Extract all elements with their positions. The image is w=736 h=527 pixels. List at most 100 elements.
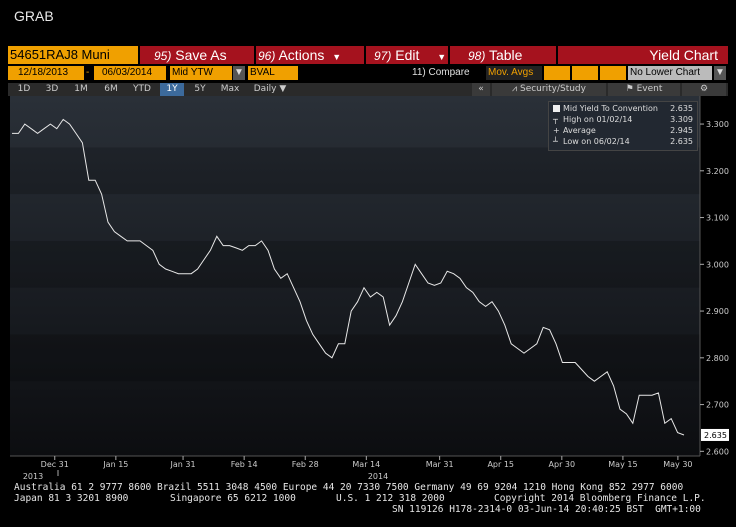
legend-series-value: 2.635: [670, 104, 693, 113]
x-axis: Dec 31 Jan 15 Jan 31 Feb 14 Feb 28 Mar 14 Mar …: [10, 455, 700, 480]
legend-avg-label: Average: [563, 126, 596, 135]
mov-avg-input-2[interactable]: [572, 66, 598, 80]
yield-chart: 3.300 3.200 3.100 3.000 2.900 2.800 2.700 2.600…: [10, 96, 729, 480]
range-3d-button[interactable]: 3D: [38, 83, 66, 96]
low-marker-icon: ┴: [553, 137, 558, 146]
y-tick-label: 3.000: [706, 260, 729, 269]
x-year-label: 2013: [23, 472, 43, 480]
x-tick-label: Dec 31: [41, 460, 69, 469]
legend-high-value: 3.309: [670, 115, 693, 124]
event-flag-icon: ⚑: [625, 84, 634, 94]
range-ytd-button[interactable]: YTD: [126, 83, 158, 96]
x-tick-label: Jan 15: [102, 460, 128, 469]
plot-band: [10, 147, 700, 195]
y-tick-label: 2.800: [706, 354, 729, 363]
edit-number: 97): [374, 49, 392, 63]
range-max-button[interactable]: Max: [214, 83, 246, 96]
legend-high-label: High on 01/02/14: [563, 115, 633, 124]
legend-avg-value: 2.945: [670, 126, 693, 135]
footer-phone-line-1: Australia 61 2 9777 8600 Brazil 5511 304…: [14, 482, 684, 493]
x-year-label: 2014: [368, 472, 388, 480]
footer-copyright: Copyright 2014 Bloomberg Finance L.P.: [494, 493, 706, 504]
y-tick-label: 2.900: [706, 307, 729, 316]
footer-us: U.S. 1 212 318 2000: [336, 493, 445, 504]
table-number: 98): [468, 49, 486, 63]
actions-number: 96): [258, 49, 276, 63]
legend[interactable]: Mid Yield To Convention 2.635 ┬ High on 0…: [548, 101, 698, 151]
x-tick-label: May 15: [608, 460, 637, 469]
legend-series-row[interactable]: Mid Yield To Convention 2.635: [553, 104, 693, 114]
security-study-button[interactable]: ⩘ Security/Study: [492, 83, 606, 96]
study-chart-icon: ⩘: [512, 84, 518, 94]
x-tick-label: Apr 15: [487, 460, 514, 469]
legend-low-label: Low on 06/02/14: [563, 137, 630, 146]
x-tick-label: Mar 31: [426, 460, 454, 469]
chart-title: Yield Chart: [558, 46, 728, 64]
source-field[interactable]: BVAL: [248, 66, 298, 80]
save-as-label: Save As: [175, 47, 227, 63]
edit-dropdown-icon: ▼: [437, 52, 447, 62]
range-5y-button[interactable]: 5Y: [186, 83, 214, 96]
range-6m-button[interactable]: 6M: [96, 83, 126, 96]
table-label: Table: [488, 47, 523, 63]
collapse-icon[interactable]: «: [472, 83, 490, 96]
mov-avg-input-3[interactable]: [600, 66, 626, 80]
x-tick-label: Apr 30: [549, 460, 576, 469]
settings-gear-icon[interactable]: ⚙: [682, 83, 726, 96]
field-selector[interactable]: Mid YTW: [170, 66, 232, 80]
security-ticker[interactable]: 54651RAJ8 Muni: [8, 46, 138, 64]
footer-singapore: Singapore 65 6212 1000: [170, 493, 296, 504]
edit-label: Edit: [395, 47, 420, 63]
actions-button[interactable]: 96) Actions ▼: [256, 46, 364, 64]
save-as-number: 95): [154, 49, 172, 63]
y-axis: 3.300 3.200 3.100 3.000 2.900 2.800 2.700 2.600: [699, 96, 729, 456]
y-tick-label: 3.300: [706, 120, 729, 129]
mov-avg-input-1[interactable]: [544, 66, 570, 80]
x-tick-label: May 30: [663, 460, 692, 469]
security-study-label: Security/Study: [519, 84, 586, 94]
y-tick-label: 2.700: [706, 401, 729, 410]
save-as-button[interactable]: 95) Save As: [140, 46, 254, 64]
plot-bands: [10, 147, 700, 382]
start-date-field[interactable]: 12/18/2013: [8, 66, 84, 80]
y-tick-label: 2.600: [706, 447, 729, 456]
edit-button[interactable]: 97) Edit ▼: [366, 46, 448, 64]
range-1y-button[interactable]: 1Y: [160, 83, 184, 96]
event-button[interactable]: ⚑ Event: [608, 83, 680, 96]
legend-checkbox-icon[interactable]: [553, 105, 560, 112]
field-dropdown-icon[interactable]: ▼: [233, 66, 245, 80]
range-1m-button[interactable]: 1M: [66, 83, 96, 96]
last-value-marker: 2.635: [701, 428, 729, 441]
lower-chart-selector[interactable]: No Lower Chart: [628, 66, 712, 80]
periodicity-dropdown-icon: ▼: [279, 84, 287, 94]
plot-band: [10, 240, 700, 288]
table-button[interactable]: 98) Table: [450, 46, 556, 64]
high-marker-icon: ┬: [553, 115, 558, 124]
lower-chart-dropdown-icon[interactable]: ▼: [714, 66, 726, 80]
periodicity-label: Daily: [253, 84, 277, 94]
x-tick-label: Mar 14: [352, 460, 380, 469]
average-marker-icon: +: [553, 126, 560, 135]
range-1d-button[interactable]: 1D: [10, 83, 38, 96]
legend-low-row: ┴ Low on 06/02/14 2.635: [553, 137, 693, 147]
x-tick-label: Jan 31: [170, 460, 196, 469]
y-tick-label: 3.200: [706, 167, 729, 176]
periodicity-selector[interactable]: Daily ▼: [250, 83, 290, 96]
actions-dropdown-icon: ▼: [332, 52, 342, 62]
compare-button[interactable]: 11) Compare: [412, 66, 482, 80]
x-tick-label: Feb 28: [292, 460, 319, 469]
last-value-label: 2.635: [704, 431, 727, 440]
legend-series-label: Mid Yield To Convention: [563, 104, 658, 113]
legend-low-value: 2.635: [670, 137, 693, 146]
app-title: GRAB: [14, 8, 54, 24]
moving-averages-button[interactable]: Mov. Avgs: [486, 66, 542, 80]
footer-session-line: SN 119126 H178-2314-0 03-Jun-14 20:40:25…: [392, 504, 701, 515]
legend-high-row: ┬ High on 01/02/14 3.309: [553, 115, 693, 125]
actions-label: Actions: [278, 47, 325, 63]
event-label: Event: [636, 84, 663, 94]
end-date-field[interactable]: 06/03/2014: [94, 66, 166, 80]
plot-band: [10, 334, 700, 382]
legend-avg-row: + Average 2.945: [553, 126, 693, 136]
footer-japan: Japan 81 3 3201 8900: [14, 493, 129, 504]
y-tick-label: 3.100: [706, 214, 729, 223]
